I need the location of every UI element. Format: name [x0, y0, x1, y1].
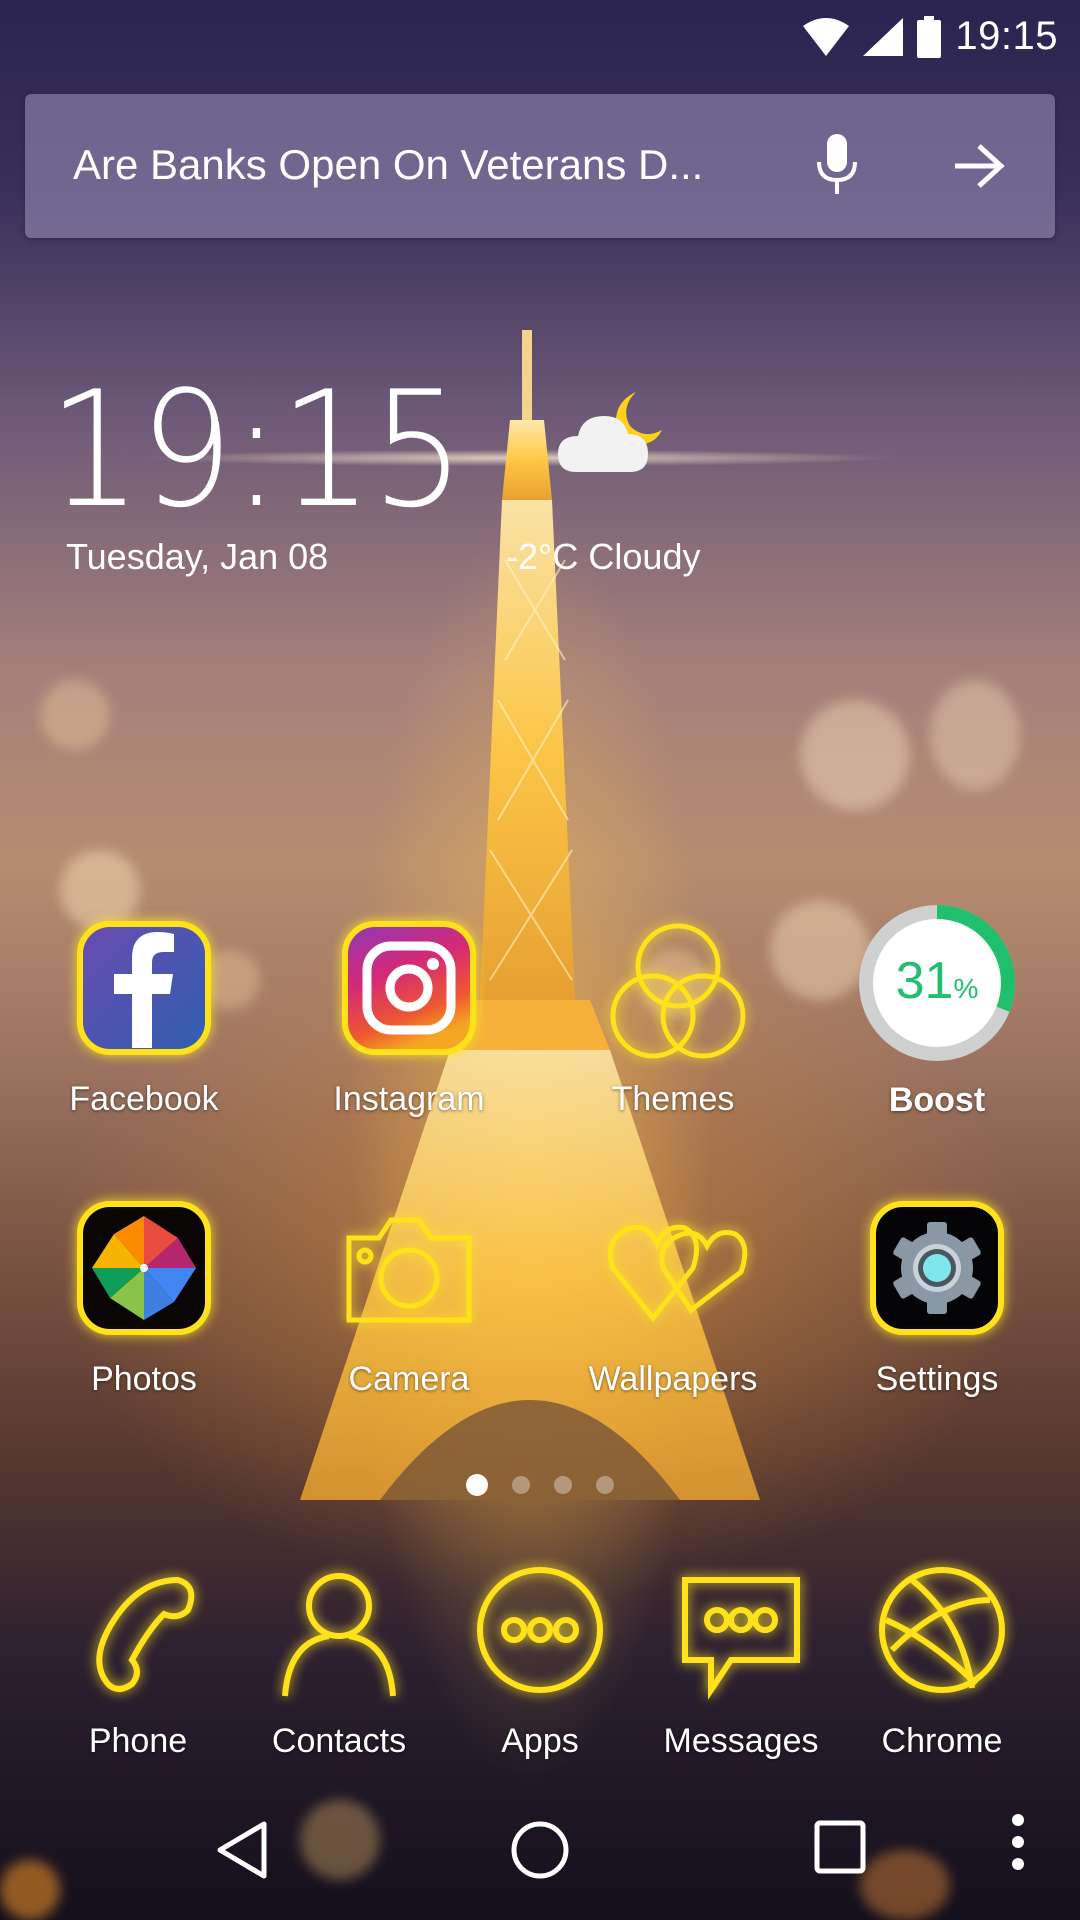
app-wallpapers[interactable]: Wallpapers [578, 1198, 768, 1399]
dock-chrome[interactable]: Chrome [847, 1560, 1037, 1761]
more-vert-icon[interactable] [1008, 1812, 1028, 1872]
app-facebook[interactable]: Facebook [49, 918, 239, 1119]
phone-icon [68, 1560, 208, 1700]
boost-percent-sign: % [953, 973, 979, 1004]
dock-label: Chrome [881, 1722, 1003, 1760]
globe-icon [872, 1560, 1012, 1700]
dock-apps[interactable]: Apps [445, 1560, 635, 1761]
app-label: Themes [611, 1080, 735, 1118]
search-input[interactable]: Are Banks Open On Veterans D... [73, 141, 703, 189]
clock-date: Tuesday, Jan 08 [66, 536, 329, 577]
dock-phone[interactable]: Phone [43, 1560, 233, 1761]
app-camera[interactable]: Camera [314, 1198, 504, 1399]
gear-icon [867, 1198, 1007, 1338]
hearts-icon [603, 1198, 748, 1338]
bokeh-light [930, 680, 1020, 790]
app-drawer-icon [470, 1560, 610, 1700]
instagram-icon [339, 918, 479, 1058]
weather-text[interactable]: -2°C Cloudy [506, 536, 700, 578]
app-label: Boost [888, 1081, 986, 1119]
facebook-icon [74, 918, 214, 1058]
themes-rings-icon [603, 918, 746, 1059]
dock-label: Phone [88, 1722, 188, 1760]
dock-messages[interactable]: Messages [646, 1560, 836, 1761]
dock-contacts[interactable]: Contacts [244, 1560, 434, 1761]
page-dot[interactable] [596, 1476, 614, 1494]
search-bar[interactable]: Are Banks Open On Veterans D... [25, 94, 1055, 238]
page-dot[interactable] [512, 1476, 530, 1494]
wifi-icon [803, 17, 850, 56]
app-boost[interactable]: 31% Boost [842, 905, 1032, 1120]
bokeh-light [800, 700, 910, 810]
clock-time[interactable]: 19:15 [48, 370, 465, 530]
page-dot[interactable] [554, 1476, 572, 1494]
app-instagram[interactable]: Instagram [314, 918, 504, 1119]
status-bar: 19:15 [0, 0, 1080, 76]
app-label: Facebook [69, 1080, 219, 1118]
chat-bubble-icon [671, 1560, 811, 1700]
battery-icon [917, 15, 942, 58]
photos-pinwheel-icon [74, 1198, 214, 1338]
person-icon [269, 1560, 409, 1700]
recents-icon[interactable] [814, 1820, 866, 1874]
dock-label: Apps [501, 1722, 579, 1760]
status-time: 19:15 [955, 14, 1058, 58]
app-label: Instagram [333, 1080, 485, 1118]
app-settings[interactable]: Settings [842, 1198, 1032, 1399]
microphone-icon[interactable] [815, 134, 859, 196]
arrow-right-icon[interactable] [953, 142, 1005, 190]
cell-signal-icon [863, 17, 904, 56]
app-label: Settings [875, 1360, 999, 1398]
bokeh-light [40, 680, 110, 750]
app-label: Camera [348, 1360, 470, 1398]
app-themes[interactable]: Themes [578, 918, 768, 1119]
home-icon[interactable] [510, 1820, 570, 1880]
page-indicator [466, 1474, 614, 1496]
page-dot-active[interactable] [466, 1474, 488, 1496]
boost-gauge: 31% [859, 905, 1015, 1061]
dock-label: Messages [663, 1722, 819, 1760]
back-icon[interactable] [214, 1820, 270, 1880]
navigation-bar [0, 1790, 1080, 1920]
dock-label: Contacts [271, 1722, 407, 1760]
camera-icon [339, 1198, 479, 1338]
app-label: Photos [91, 1360, 197, 1398]
app-photos[interactable]: Photos [49, 1198, 239, 1399]
cloud-moon-icon[interactable] [558, 390, 668, 480]
app-label: Wallpapers [588, 1360, 758, 1398]
boost-percent: 31 [895, 952, 954, 1010]
